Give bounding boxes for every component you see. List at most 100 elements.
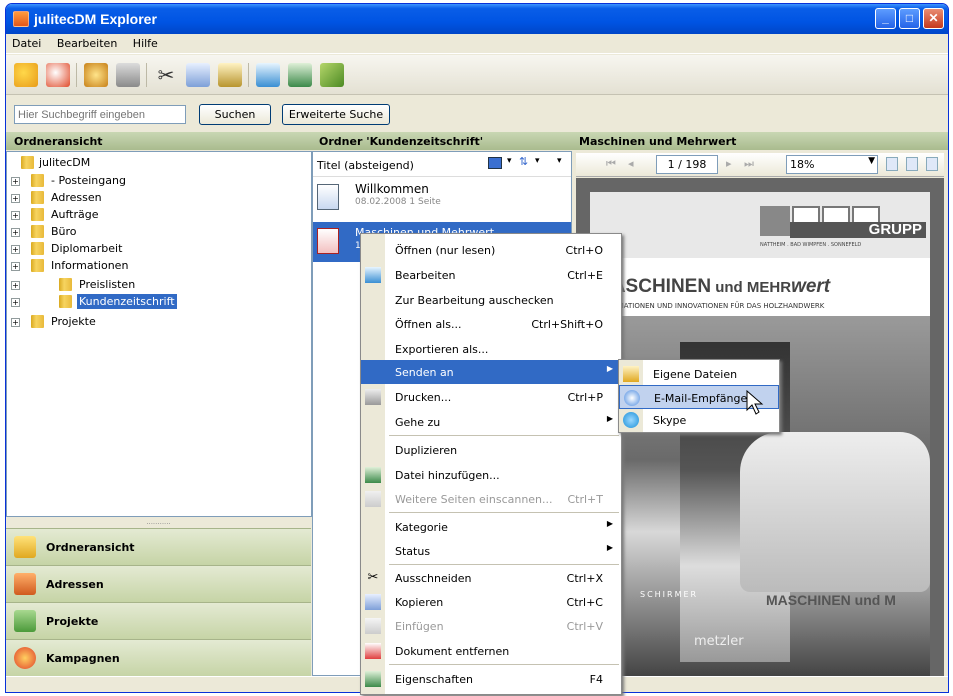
- nav-kampagnen[interactable]: Kampagnen: [6, 639, 311, 676]
- expand-icon[interactable]: +: [11, 318, 20, 327]
- last-page-icon[interactable]: ⏭: [744, 157, 754, 171]
- middle-panel-header: Ordner 'Kundenzeitschrift': [319, 135, 484, 148]
- expand-icon[interactable]: +: [11, 228, 20, 237]
- view-icon[interactable]: [488, 157, 502, 169]
- properties-icon[interactable]: [288, 63, 312, 87]
- fit-width-icon[interactable]: [906, 157, 918, 171]
- folder-icon: [21, 156, 34, 169]
- menu-item-status[interactable]: Status ▶: [361, 539, 621, 563]
- search-bar: Suchen Erweiterte Suche: [6, 96, 948, 132]
- cut-icon[interactable]: ✂: [154, 63, 178, 87]
- menu-item-send-to[interactable]: Senden an ▶: [361, 360, 621, 384]
- menu-item-print[interactable]: Drucken... Ctrl+P: [361, 385, 621, 409]
- toolbar-separator: [76, 63, 77, 87]
- menu-item-category[interactable]: Kategorie ▶: [361, 515, 621, 539]
- expand-icon[interactable]: +: [11, 262, 20, 271]
- list-item[interactable]: Willkommen 08.02.2008 1 Seite: [313, 178, 571, 218]
- expand-icon[interactable]: +: [11, 298, 20, 307]
- nav-ordneransicht[interactable]: Ordneransicht: [6, 528, 311, 565]
- menu-item-scan-more: Weitere Seiten einscannen... Ctrl+T: [361, 487, 621, 511]
- add-file-icon: [365, 467, 381, 483]
- menu-item-properties[interactable]: Eigenschaften F4: [361, 667, 621, 691]
- folder-icon: [31, 242, 44, 255]
- menu-item-my-files[interactable]: Eigene Dateien: [619, 362, 779, 386]
- folder-icon: [31, 315, 44, 328]
- menu-item-checkout[interactable]: Zur Bearbeitung auschecken: [361, 288, 621, 312]
- chevron-down-icon[interactable]: ▾: [557, 156, 562, 166]
- menu-item-open-as[interactable]: Öffnen als... Ctrl+Shift+O: [361, 312, 621, 336]
- menu-item-goto[interactable]: Gehe zu ▶: [361, 410, 621, 434]
- advanced-search-button[interactable]: Erweiterte Suche: [282, 104, 390, 125]
- next-page-icon[interactable]: ▸: [726, 157, 732, 170]
- logo-block: [760, 206, 790, 236]
- zoom-select[interactable]: 18% ▼: [786, 155, 878, 174]
- copy-icon: [365, 594, 381, 610]
- menu-item-export-as[interactable]: Exportieren als...: [361, 337, 621, 361]
- sort-label[interactable]: Titel (absteigend): [317, 159, 414, 172]
- left-panel-header: Ordneransicht: [14, 135, 103, 148]
- expand-icon[interactable]: +: [11, 245, 20, 254]
- paste-icon[interactable]: [218, 63, 242, 87]
- preview-toolbar: ⏮ ◂ 1 / 198 ▸ ⏭ 18% ▼: [576, 153, 944, 177]
- panel-headers: Ordneransicht Ordner 'Kundenzeitschrift'…: [6, 132, 948, 150]
- chevron-down-icon[interactable]: ▼: [868, 156, 875, 166]
- print-icon[interactable]: [116, 63, 140, 87]
- chevron-down-icon[interactable]: ▾: [507, 156, 512, 166]
- cover-car: [740, 432, 930, 592]
- edit-icon[interactable]: [256, 63, 280, 87]
- menu-item-cut[interactable]: ✂ Ausschneiden Ctrl+X: [361, 566, 621, 590]
- fit-page-icon[interactable]: [886, 157, 898, 171]
- nav-adressen[interactable]: Adressen: [6, 565, 311, 602]
- menu-item-duplicate[interactable]: Duplizieren: [361, 438, 621, 462]
- menu-separator: [389, 564, 619, 565]
- menu-separator: [389, 664, 619, 665]
- edit-icon: [365, 267, 381, 283]
- menu-item-paste: Einfügen Ctrl+V: [361, 614, 621, 638]
- search-button[interactable]: Suchen: [199, 104, 271, 125]
- minimize-button[interactable]: _: [875, 8, 896, 29]
- menu-item-edit[interactable]: Bearbeiten Ctrl+E: [361, 263, 621, 287]
- menu-separator: [389, 512, 619, 513]
- prev-page-icon[interactable]: ◂: [628, 157, 634, 170]
- menu-item-remove-document[interactable]: Dokument entfernen: [361, 639, 621, 663]
- submenu-arrow-icon: ▶: [606, 364, 613, 373]
- search-input[interactable]: [14, 105, 186, 124]
- expand-icon[interactable]: +: [11, 194, 20, 203]
- maximize-button[interactable]: □: [899, 8, 920, 29]
- menu-item-copy[interactable]: Kopieren Ctrl+C: [361, 590, 621, 614]
- chevron-down-icon[interactable]: ▾: [535, 156, 540, 166]
- title-bar[interactable]: julitecDM Explorer _ □ ✕: [6, 4, 948, 34]
- expand-icon[interactable]: +: [11, 281, 20, 290]
- new-document-icon[interactable]: [46, 63, 70, 87]
- first-page-icon[interactable]: ⏮: [606, 157, 616, 171]
- close-button[interactable]: ✕: [923, 8, 944, 29]
- campaign-icon: [14, 647, 36, 669]
- remove-document-icon: [365, 643, 381, 659]
- folder-icon: [59, 295, 72, 308]
- app-icon: [13, 11, 29, 27]
- page-number-field[interactable]: 1 / 198: [656, 155, 718, 174]
- menu-datei[interactable]: Datei: [6, 34, 47, 50]
- copy-icon[interactable]: [186, 63, 210, 87]
- menu-item-add-file[interactable]: Datei hinzufügen...: [361, 463, 621, 487]
- checkin-icon[interactable]: [320, 63, 344, 87]
- mouse-cursor-icon: [746, 390, 764, 415]
- list-header: Titel (absteigend) ▾ ⇅ ▾ ▾: [313, 153, 571, 177]
- rotate-icon[interactable]: [926, 157, 938, 171]
- expand-icon[interactable]: +: [11, 211, 20, 220]
- print-icon: [365, 389, 381, 405]
- scan-icon[interactable]: [84, 63, 108, 87]
- folder-icon: [31, 191, 44, 204]
- project-icon: [14, 610, 36, 632]
- expand-icon[interactable]: +: [11, 177, 20, 186]
- sort-icon[interactable]: ⇅: [519, 155, 528, 168]
- nav-projekte[interactable]: Projekte: [6, 602, 311, 639]
- sponsor-label: SCHIRMER: [640, 590, 699, 599]
- splitter-grip[interactable]: ...........: [6, 518, 311, 528]
- skype-icon: [623, 412, 639, 428]
- menu-hilfe[interactable]: Hilfe: [127, 34, 164, 50]
- menu-item-open-readonly[interactable]: Öffnen (nur lesen) Ctrl+O: [361, 238, 621, 262]
- new-folder-icon[interactable]: [14, 63, 38, 87]
- folder-icon: [31, 208, 44, 221]
- menu-bearbeiten[interactable]: Bearbeiten: [51, 34, 123, 50]
